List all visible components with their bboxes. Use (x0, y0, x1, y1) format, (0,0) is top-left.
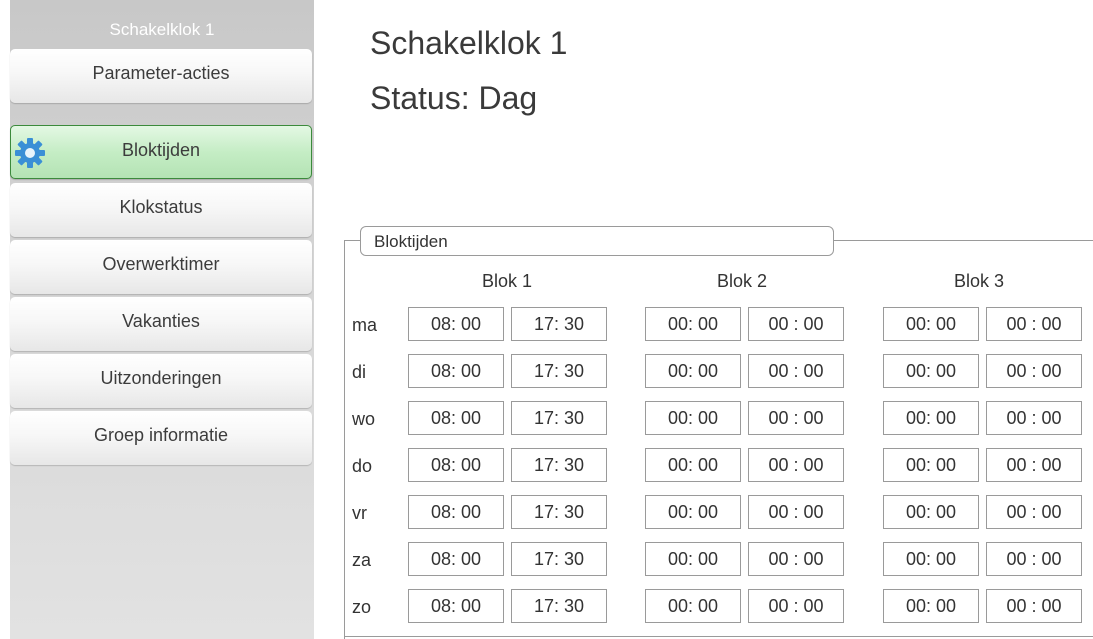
time-field-vr-blok1-start[interactable]: 08: 00 (408, 495, 504, 529)
time-field-zo-blok2-end[interactable]: 00 : 00 (748, 589, 844, 623)
sidebar-item-label: Bloktijden (121, 140, 201, 160)
day-label-do: do (352, 456, 373, 476)
day-label-vr: vr (352, 503, 367, 523)
time-field-do-blok3-start[interactable]: 00: 00 (883, 448, 979, 482)
blok-header-1: Blok 1 (481, 271, 533, 291)
sidebar-item-bloktijden[interactable]: Bloktijden (10, 125, 312, 179)
time-field-di-blok2-end[interactable]: 00 : 00 (748, 354, 844, 388)
time-field-di-blok3-start[interactable]: 00: 00 (883, 354, 979, 388)
time-field-ma-blok2-start[interactable]: 00: 00 (645, 307, 741, 341)
time-field-za-blok3-end[interactable]: 00 : 00 (986, 542, 1082, 576)
blok-header-2: Blok 2 (716, 271, 768, 291)
time-field-vr-blok2-start[interactable]: 00: 00 (645, 495, 741, 529)
sidebar-item-label: Klokstatus (119, 197, 203, 217)
time-field-zo-blok1-start[interactable]: 08: 00 (408, 589, 504, 623)
time-field-ma-blok1-start[interactable]: 08: 00 (408, 307, 504, 341)
status-text: Status: Dag (370, 80, 538, 116)
time-field-di-blok2-start[interactable]: 00: 00 (645, 354, 741, 388)
time-field-za-blok1-start[interactable]: 08: 00 (408, 542, 504, 576)
groupbox-border-left (344, 240, 345, 639)
sidebar-item-groep-informatie[interactable]: Groep informatie (10, 411, 312, 465)
day-label-zo: zo (352, 597, 372, 617)
time-field-za-blok2-start[interactable]: 00: 00 (645, 542, 741, 576)
time-field-zo-blok3-end[interactable]: 00 : 00 (986, 589, 1082, 623)
time-field-ma-blok3-end[interactable]: 00 : 00 (986, 307, 1082, 341)
time-field-vr-blok2-end[interactable]: 00 : 00 (748, 495, 844, 529)
sidebar-item-label: Uitzonderingen (100, 368, 222, 388)
time-field-wo-blok1-end[interactable]: 17: 30 (511, 401, 607, 435)
blok-header-3: Blok 3 (953, 271, 1005, 291)
day-label-di: di (352, 362, 367, 382)
time-field-vr-blok3-end[interactable]: 00 : 00 (986, 495, 1082, 529)
sidebar-item-label: Vakanties (122, 311, 200, 331)
groupbox-label: Bloktijden (374, 232, 448, 251)
time-field-wo-blok2-start[interactable]: 00: 00 (645, 401, 741, 435)
time-field-za-blok1-end[interactable]: 17: 30 (511, 542, 607, 576)
time-field-vr-blok3-start[interactable]: 00: 00 (883, 495, 979, 529)
sidebar-item-klokstatus[interactable]: Klokstatus (10, 183, 312, 237)
time-field-zo-blok1-end[interactable]: 17: 30 (511, 589, 607, 623)
day-label-ma: ma (352, 315, 378, 335)
time-field-do-blok3-end[interactable]: 00 : 00 (986, 448, 1082, 482)
time-field-zo-blok3-start[interactable]: 00: 00 (883, 589, 979, 623)
sidebar-item-vakanties[interactable]: Vakanties (10, 297, 312, 351)
time-field-wo-blok1-start[interactable]: 08: 00 (408, 401, 504, 435)
time-field-ma-blok3-start[interactable]: 00: 00 (883, 307, 979, 341)
sidebar-item-label: Overwerktimer (102, 254, 220, 274)
sidebar-item-label: Parameter-acties (92, 63, 230, 83)
time-field-wo-blok3-start[interactable]: 00: 00 (883, 401, 979, 435)
day-label-za: za (352, 550, 372, 570)
time-field-vr-blok1-end[interactable]: 17: 30 (511, 495, 607, 529)
time-field-za-blok2-end[interactable]: 00 : 00 (748, 542, 844, 576)
time-field-ma-blok1-end[interactable]: 17: 30 (511, 307, 607, 341)
sidebar-item-parameter-acties[interactable]: Parameter-acties (10, 49, 312, 103)
sidebar-title: Schakelklok 1 (109, 20, 215, 39)
time-field-do-blok2-start[interactable]: 00: 00 (645, 448, 741, 482)
time-field-do-blok1-end[interactable]: 17: 30 (511, 448, 607, 482)
time-field-di-blok3-end[interactable]: 00 : 00 (986, 354, 1082, 388)
time-field-wo-blok2-end[interactable]: 00 : 00 (748, 401, 844, 435)
groupbox-tab: Bloktijden (360, 226, 834, 256)
sidebar-item-label: Groep informatie (93, 425, 229, 445)
time-field-di-blok1-start[interactable]: 08: 00 (408, 354, 504, 388)
time-field-ma-blok2-end[interactable]: 00 : 00 (748, 307, 844, 341)
day-label-wo: wo (352, 409, 376, 429)
sidebar-item-overwerktimer[interactable]: Overwerktimer (10, 240, 312, 294)
time-field-do-blok1-start[interactable]: 08: 00 (408, 448, 504, 482)
time-field-di-blok1-end[interactable]: 17: 30 (511, 354, 607, 388)
groupbox-border-bottom (344, 636, 1093, 637)
time-field-wo-blok3-end[interactable]: 00 : 00 (986, 401, 1082, 435)
time-field-za-blok3-start[interactable]: 00: 00 (883, 542, 979, 576)
time-field-zo-blok2-start[interactable]: 00: 00 (645, 589, 741, 623)
time-field-do-blok2-end[interactable]: 00 : 00 (748, 448, 844, 482)
page-title: Schakelklok 1 (370, 25, 568, 61)
sidebar-item-uitzonderingen[interactable]: Uitzonderingen (10, 354, 312, 408)
